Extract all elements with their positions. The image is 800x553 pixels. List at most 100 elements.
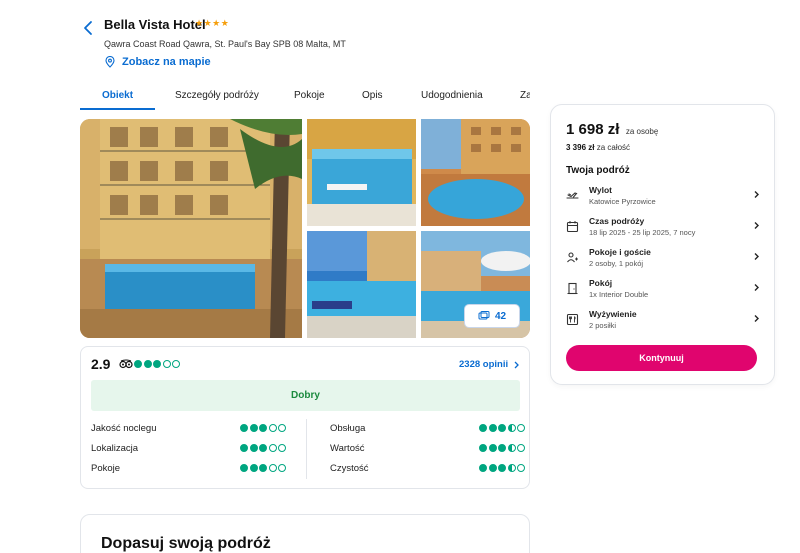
reviews-count-link[interactable]: 2328 opinii (459, 359, 520, 370)
dates-title: Czas podróży (589, 216, 645, 226)
room-title: Pokój (589, 278, 613, 288)
total-price-value: 3 396 zł (566, 143, 595, 152)
back-button[interactable] (80, 19, 98, 37)
rating-bubble (507, 444, 516, 452)
overall-rating-bubbles (134, 360, 180, 368)
column-divider (306, 419, 307, 479)
rating-bubble (240, 444, 248, 452)
star-rating: ★★★★ (195, 18, 230, 28)
continue-button[interactable]: Kontynuuj (566, 345, 757, 371)
see-on-map-label: Zobacz na mapie (122, 56, 211, 68)
rating-bubble (268, 444, 277, 452)
door-icon (567, 282, 578, 295)
pool-photo-1[interactable] (307, 119, 416, 226)
category-label-rooms: Pokoje (91, 463, 121, 474)
pool-photo-3[interactable] (307, 231, 416, 338)
rating-bubble (278, 444, 286, 452)
rating-bubble (259, 464, 267, 472)
price-value: 1 698 zł (566, 121, 620, 138)
rating-bubble (479, 424, 487, 432)
departure-title: Wylot (589, 185, 612, 195)
category-rating-location (240, 444, 286, 452)
customize-trip-title: Dopasuj swoją podróż (101, 535, 271, 552)
rating-bubble (479, 444, 487, 452)
rating-bubble (268, 464, 277, 472)
map-pin-icon (105, 56, 115, 68)
section-tabs: Obiekt Szczegóły podróży Pokoje Opis Udo… (80, 82, 530, 112)
chevron-right-icon (754, 253, 759, 260)
rating-bubble (488, 424, 497, 432)
rating-bubble (517, 444, 525, 452)
rating-bubble (249, 464, 258, 472)
rating-bubble (498, 464, 506, 472)
rating-bubble (162, 360, 171, 368)
category-label-cleanliness: Czystość (330, 463, 369, 474)
rating-bubble (479, 464, 487, 472)
see-on-map-link[interactable]: Zobacz na mapie (104, 56, 211, 68)
rating-bubble (488, 464, 497, 472)
review-score: 2.9 (91, 356, 111, 372)
tab-obiekt[interactable]: Obiekt (80, 82, 155, 110)
tab-description[interactable]: Opis (362, 82, 383, 110)
rating-bubble (134, 360, 142, 368)
room-value: 1x Interior Double (589, 290, 649, 299)
category-rating-quality (240, 424, 286, 432)
category-rating-service (479, 424, 525, 432)
rating-bubble (240, 424, 248, 432)
tab-more[interactable]: Za (520, 82, 530, 110)
plane-icon (566, 192, 579, 199)
tab-rooms[interactable]: Pokoje (294, 82, 325, 110)
rating-bubble (240, 464, 248, 472)
photos-icon (478, 311, 490, 320)
rating-bubble (488, 444, 497, 452)
meals-title: Wyżywienie (589, 309, 637, 319)
trip-row-departure[interactable]: Wylot Katowice Pyrzowice (566, 185, 761, 215)
reviews-count-label: 2328 opinii (459, 359, 509, 370)
meals-value: 2 posiłki (589, 321, 617, 330)
rating-bubble (249, 444, 258, 452)
trip-row-dates[interactable]: Czas podróży 18 lip 2025 - 25 lip 2025, … (566, 216, 761, 246)
trip-row-room[interactable]: Pokój 1x Interior Double (566, 278, 761, 308)
chevron-right-icon (754, 191, 759, 198)
chevron-left-icon (84, 21, 92, 35)
your-trip-heading: Twoja podróż (566, 165, 630, 176)
guests-title: Pokoje i goście (589, 247, 651, 257)
rating-bubble (268, 424, 277, 432)
rating-bubble (249, 424, 258, 432)
main-hotel-photo[interactable] (80, 119, 302, 338)
rating-bubble (278, 464, 286, 472)
departure-value: Katowice Pyrzowice (589, 197, 656, 206)
chevron-right-icon (754, 284, 759, 291)
chevron-right-icon (754, 315, 759, 322)
customize-trip-card: Dopasuj swoją podróż (80, 514, 530, 553)
tab-amenities[interactable]: Udogodnienia (421, 82, 483, 110)
rating-bubble (507, 464, 516, 472)
hotel-address: Qawra Coast Road Qawra, St. Paul's Bay S… (104, 39, 346, 49)
rating-bubble (172, 360, 180, 368)
tripadvisor-icon (119, 359, 133, 369)
rating-bubble (259, 424, 267, 432)
dates-value: 18 lip 2025 - 25 lip 2025, 7 nocy (589, 228, 696, 237)
booking-summary-panel: 1 698 zł za osobę 3 396 zł za całość Two… (550, 104, 775, 385)
category-rating-rooms (240, 464, 286, 472)
guests-value: 2 osoby, 1 pokój (589, 259, 644, 268)
chevron-right-icon (754, 222, 759, 229)
rating-bubble (259, 444, 267, 452)
hotel-name: Bella Vista Hotel (104, 17, 206, 32)
rating-bubble (498, 444, 506, 452)
rating-verdict: Dobry (91, 380, 520, 411)
category-label-value: Wartość (330, 443, 365, 454)
photo-count-button[interactable]: 42 (464, 304, 520, 328)
pool-photo-2[interactable] (421, 119, 530, 226)
total-price: 3 396 zł za całość (566, 143, 630, 152)
category-rating-cleanliness (479, 464, 525, 472)
guests-icon (567, 252, 578, 263)
category-label-quality: Jakość noclegu (91, 423, 157, 434)
rating-bubble (143, 360, 152, 368)
trip-row-meals[interactable]: Wyżywienie 2 posiłki (566, 309, 761, 339)
rating-bubble (278, 424, 286, 432)
tab-trip-details[interactable]: Szczegóły podróży (175, 82, 259, 110)
category-label-service: Obsługa (330, 423, 366, 434)
category-rating-value (479, 444, 525, 452)
trip-row-guests[interactable]: Pokoje i goście 2 osoby, 1 pokój (566, 247, 761, 277)
